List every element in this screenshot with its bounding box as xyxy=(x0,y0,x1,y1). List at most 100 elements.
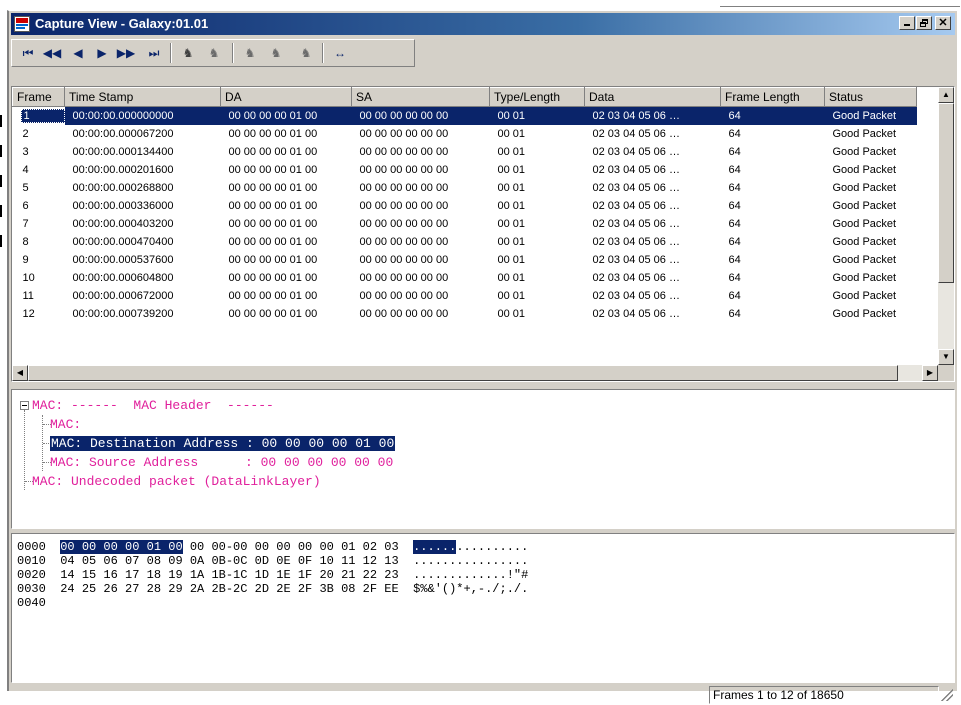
hex-offset: 0010 xyxy=(17,554,46,568)
first-frame-icon[interactable]: ⏮ xyxy=(18,44,38,62)
table-row[interactable]: 2 00:00:00.000067200 00 00 00 00 01 00 00 0… xyxy=(13,125,917,143)
cell-data: 02 03 04 05 06 … xyxy=(584,106,721,125)
column-header-type-length[interactable]: Type/Length xyxy=(489,87,585,107)
scroll-left-button[interactable]: ◀ xyxy=(12,365,28,381)
column-header-timestamp[interactable]: Time Stamp xyxy=(64,87,221,107)
cell-type-length: 00 01 xyxy=(497,290,526,302)
cell-frame: 5 xyxy=(22,182,29,194)
cell-timestamp: 00:00:00.000537600 xyxy=(72,254,174,266)
cell-frame-length: 64 xyxy=(728,200,741,212)
cell-type-length: 00 01 xyxy=(497,164,526,176)
toolbar-separator xyxy=(170,43,172,63)
cell-timestamp: 00:00:00.000201600 xyxy=(72,164,174,176)
cell-frame: 7 xyxy=(22,218,29,230)
scroll-down-button[interactable]: ▼ xyxy=(938,349,954,365)
restore-button[interactable] xyxy=(916,16,932,30)
search-icon[interactable]: ♞ xyxy=(240,44,260,62)
column-header-status[interactable]: Status xyxy=(824,87,917,107)
vertical-scroll-thumb[interactable] xyxy=(938,103,954,283)
table-row[interactable]: 12 00:00:00.000739200 00 00 00 00 01 00 00 … xyxy=(13,305,917,323)
cell-frame: 9 xyxy=(22,254,29,266)
cell-data: 02 03 04 05 06 … xyxy=(592,218,680,230)
cell-timestamp: 00:00:00.000672000 xyxy=(72,290,174,302)
cell-timestamp: 00:00:00.000739200 xyxy=(72,308,174,320)
cell-timestamp: 00:00:00.000067200 xyxy=(72,128,174,140)
close-icon: ✕ xyxy=(938,17,948,29)
cell-da: 00 00 00 00 01 00 xyxy=(228,128,318,140)
vertical-scrollbar[interactable]: ▲ ▼ xyxy=(938,87,954,365)
scroll-up-button[interactable]: ▲ xyxy=(938,87,954,103)
header-row: Frame Time Stamp DA SA Type/Length Data … xyxy=(12,87,917,107)
minimize-button[interactable] xyxy=(899,16,915,30)
hex-dump-pane[interactable]: 0000 00 00 00 00 01 00 00 00-00 00 00 00… xyxy=(11,533,955,683)
scroll-corner xyxy=(938,365,954,381)
tree-node-undecoded-packet[interactable]: MAC: Undecoded packet (DataLinkLayer) xyxy=(32,472,321,491)
hex-ascii-selected: ...... xyxy=(413,540,457,554)
table-row[interactable]: 8 00:00:00.000470400 00 00 00 00 01 00 00 0… xyxy=(13,233,917,251)
cell-status: Good Packet xyxy=(832,218,897,230)
cell-status: Good Packet xyxy=(832,290,897,302)
minimize-icon xyxy=(904,24,910,26)
cell-da: 00 00 00 00 01 00 xyxy=(228,218,318,230)
navigation-toolbar: ⏮ ◀◀ ◀ ▶ ▶▶ ⏭ ♞ ♞ ♞ ♞ ♞ ↔ xyxy=(11,39,415,67)
horizontal-scrollbar[interactable]: ◀ ▶ xyxy=(12,365,938,381)
decode-tree-pane: MAC: ------ MAC Header ------ MAC: MAC: … xyxy=(11,389,955,529)
cell-frame: 12 xyxy=(22,308,35,320)
cell-status: Good Packet xyxy=(824,106,917,125)
tree-node-mac[interactable]: MAC: xyxy=(50,415,81,434)
close-button[interactable]: ✕ xyxy=(935,16,951,30)
hex-row: 0020 14 15 16 17 18 19 1A 1B-1C 1D 1E 1F… xyxy=(17,568,528,582)
next-frame-icon[interactable]: ▶ xyxy=(92,44,112,62)
cell-sa: 00 00 00 00 00 00 xyxy=(359,254,449,266)
scroll-right-button[interactable]: ▶ xyxy=(922,365,938,381)
table-row[interactable]: 11 00:00:00.000672000 00 00 00 00 01 00 00 … xyxy=(13,287,917,305)
title-bar[interactable]: Capture View - Galaxy:01.01 ✕ xyxy=(11,13,955,35)
cell-da: 00 00 00 00 01 00 xyxy=(228,254,318,266)
cell-data: 02 03 04 05 06 … xyxy=(592,200,680,212)
previous-frame-icon[interactable]: ◀ xyxy=(68,44,88,62)
cell-frame-length: 64 xyxy=(728,254,741,266)
cell-type-length: 00 01 xyxy=(497,146,526,158)
search-again-icon[interactable]: ♞ xyxy=(266,44,286,62)
cell-data: 02 03 04 05 06 … xyxy=(592,254,680,266)
table-row[interactable]: 10 00:00:00.000604800 00 00 00 00 01 00 00 … xyxy=(13,269,917,287)
cell-da: 00 00 00 00 01 00 xyxy=(228,272,318,284)
table-row[interactable]: 5 00:00:00.000268800 00 00 00 00 01 00 00 0… xyxy=(13,179,917,197)
find-next-icon[interactable]: ♞ xyxy=(204,44,224,62)
tree-node-destination-address[interactable]: MAC: Destination Address : 00 00 00 00 0… xyxy=(50,434,396,453)
filter-icon[interactable]: ♞ xyxy=(296,44,316,62)
column-header-frame-length[interactable]: Frame Length xyxy=(720,87,825,107)
table-row[interactable]: 6 00:00:00.000336000 00 00 00 00 01 00 00 0… xyxy=(13,197,917,215)
hex-row: 0030 24 25 26 27 28 29 2A 2B-2C 2D 2E 2F… xyxy=(17,582,528,596)
column-header-sa[interactable]: SA xyxy=(351,87,490,107)
cell-sa: 00 00 00 00 00 00 xyxy=(351,106,490,125)
find-icon[interactable]: ♞ xyxy=(178,44,198,62)
table-row[interactable]: 3 00:00:00.000134400 00 00 00 00 01 00 00 0… xyxy=(13,143,917,161)
collapse-icon[interactable] xyxy=(20,401,29,410)
app-icon[interactable] xyxy=(14,16,30,32)
hex-offset: 0020 xyxy=(17,568,46,582)
cell-type-length: 00 01 xyxy=(497,236,526,248)
hex-bytes: 24 25 26 27 28 29 2A 2B-2C 2D 2E 2F 3B 0… xyxy=(60,582,399,596)
goto-frame-icon[interactable]: ↔ xyxy=(330,44,350,62)
table-row[interactable]: 9 00:00:00.000537600 00 00 00 00 01 00 00 0… xyxy=(13,251,917,269)
horizontal-scroll-thumb[interactable] xyxy=(28,365,898,381)
tree-node-mac-header[interactable]: MAC: ------ MAC Header ------ xyxy=(32,396,274,415)
next-page-icon[interactable]: ▶▶ xyxy=(116,44,136,62)
cell-timestamp: 00:00:00.000470400 xyxy=(72,236,174,248)
cell-type-length: 00 01 xyxy=(497,200,526,212)
hex-ascii: ................ xyxy=(413,554,529,568)
table-row[interactable]: 4 00:00:00.000201600 00 00 00 00 01 00 00 0… xyxy=(13,161,917,179)
hex-offset: 0000 xyxy=(17,540,46,554)
column-header-frame[interactable]: Frame xyxy=(12,87,65,107)
table-row[interactable]: 7 00:00:00.000403200 00 00 00 00 01 00 00 0… xyxy=(13,215,917,233)
last-frame-icon[interactable]: ⏭ xyxy=(144,44,164,62)
column-header-data[interactable]: Data xyxy=(584,87,721,107)
cell-da: 00 00 00 00 01 00 xyxy=(228,290,318,302)
previous-page-icon[interactable]: ◀◀ xyxy=(42,44,62,62)
cell-type-length: 00 01 xyxy=(497,128,526,140)
table-row[interactable]: 1 00:00:00.000000000 00 00 00 00 01 00 00 0… xyxy=(12,106,917,125)
column-header-da[interactable]: DA xyxy=(220,87,352,107)
cell-sa: 00 00 00 00 00 00 xyxy=(359,164,449,176)
tree-node-source-address[interactable]: MAC: Source Address : 00 00 00 00 00 00 xyxy=(50,453,393,472)
